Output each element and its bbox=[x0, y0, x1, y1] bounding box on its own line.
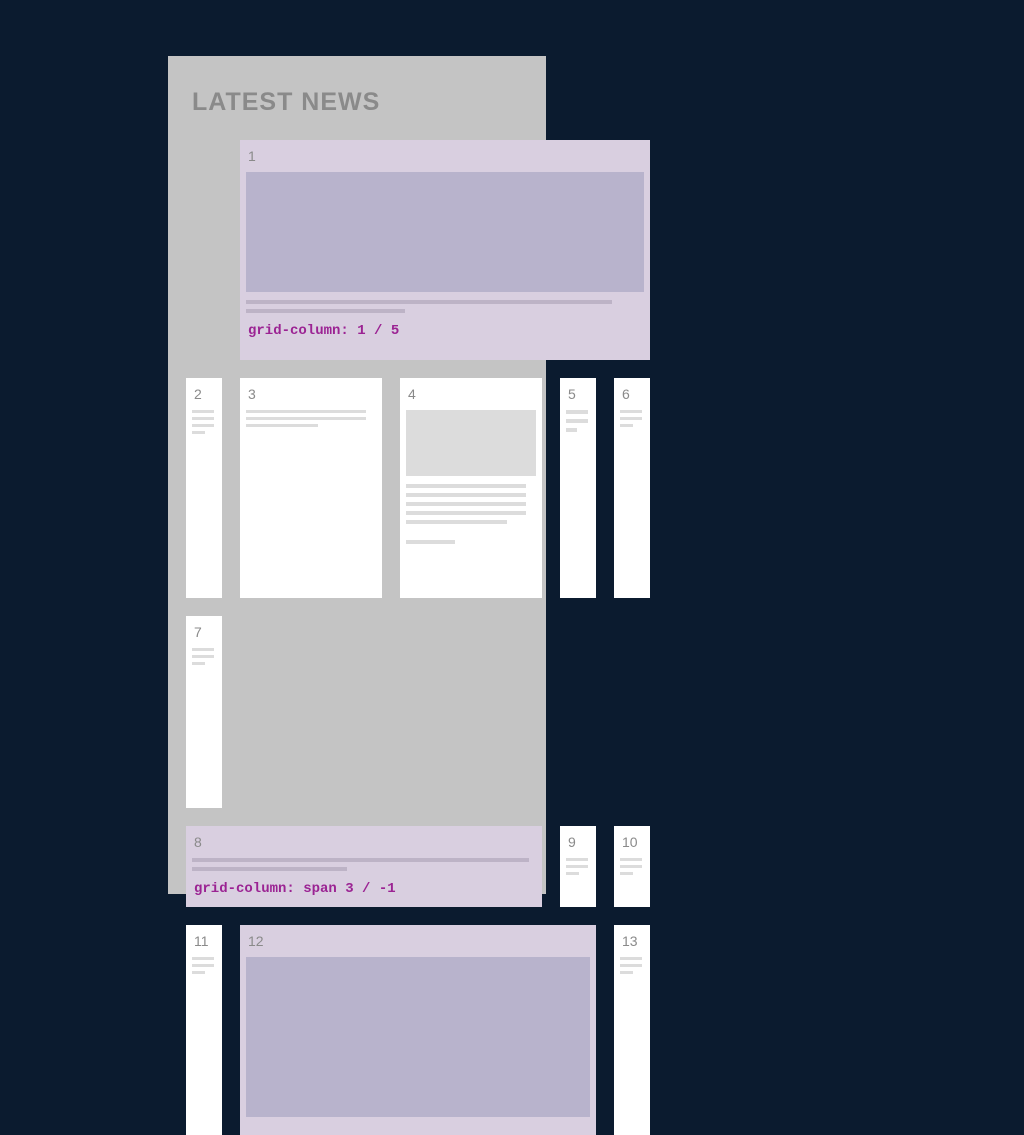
card-number: 10 bbox=[620, 834, 644, 850]
text-lines bbox=[406, 484, 536, 544]
text-lines bbox=[192, 858, 536, 871]
grid-item-13: 13 bbox=[614, 925, 650, 1135]
text-lines bbox=[620, 858, 644, 875]
card-number: 2 bbox=[192, 386, 216, 402]
grid-diagram: 1 grid-column: 1 / 5 2 3 4 bbox=[186, 140, 664, 1135]
card-number: 6 bbox=[620, 386, 644, 402]
grid-item-10: 10 bbox=[614, 826, 650, 907]
panel-title: LATEST NEWS bbox=[174, 62, 540, 139]
grid-item-1: 1 grid-column: 1 / 5 bbox=[240, 140, 650, 360]
text-lines bbox=[620, 410, 644, 427]
text-lines bbox=[620, 957, 644, 974]
grid-item-3: 3 bbox=[240, 378, 382, 598]
text-lines bbox=[192, 410, 216, 434]
text-lines bbox=[566, 410, 590, 432]
card-number: 13 bbox=[620, 933, 644, 949]
image-placeholder bbox=[246, 172, 644, 292]
css-annotation: grid-column: span 3 / -1 bbox=[192, 881, 536, 897]
grid-item-2: 2 bbox=[186, 378, 222, 598]
card-number: 4 bbox=[406, 386, 536, 402]
card-number: 9 bbox=[566, 834, 590, 850]
css-annotation: grid-column: 1 / 5 bbox=[246, 323, 644, 339]
card-number: 3 bbox=[246, 386, 376, 402]
text-lines bbox=[246, 410, 376, 427]
grid-item-5: 5 bbox=[560, 378, 596, 598]
text-lines bbox=[246, 300, 644, 313]
grid-item-12: 12 bbox=[240, 925, 596, 1135]
grid-item-11: 11 bbox=[186, 925, 222, 1135]
text-lines bbox=[192, 648, 216, 665]
image-placeholder bbox=[406, 410, 536, 476]
grid-item-6: 6 bbox=[614, 378, 650, 598]
grid-item-4: 4 bbox=[400, 378, 542, 598]
card-number: 5 bbox=[566, 386, 590, 402]
grid-item-7: 7 bbox=[186, 616, 222, 808]
image-placeholder bbox=[246, 957, 590, 1117]
card-number: 1 bbox=[246, 148, 644, 164]
grid-item-8: 8 grid-column: span 3 / -1 bbox=[186, 826, 542, 907]
text-lines bbox=[192, 957, 216, 974]
card-number: 11 bbox=[192, 933, 216, 949]
card-number: 8 bbox=[192, 834, 536, 850]
grid-item-9: 9 bbox=[560, 826, 596, 907]
text-lines bbox=[566, 858, 590, 875]
card-number: 12 bbox=[246, 933, 590, 949]
card-number: 7 bbox=[192, 624, 216, 640]
